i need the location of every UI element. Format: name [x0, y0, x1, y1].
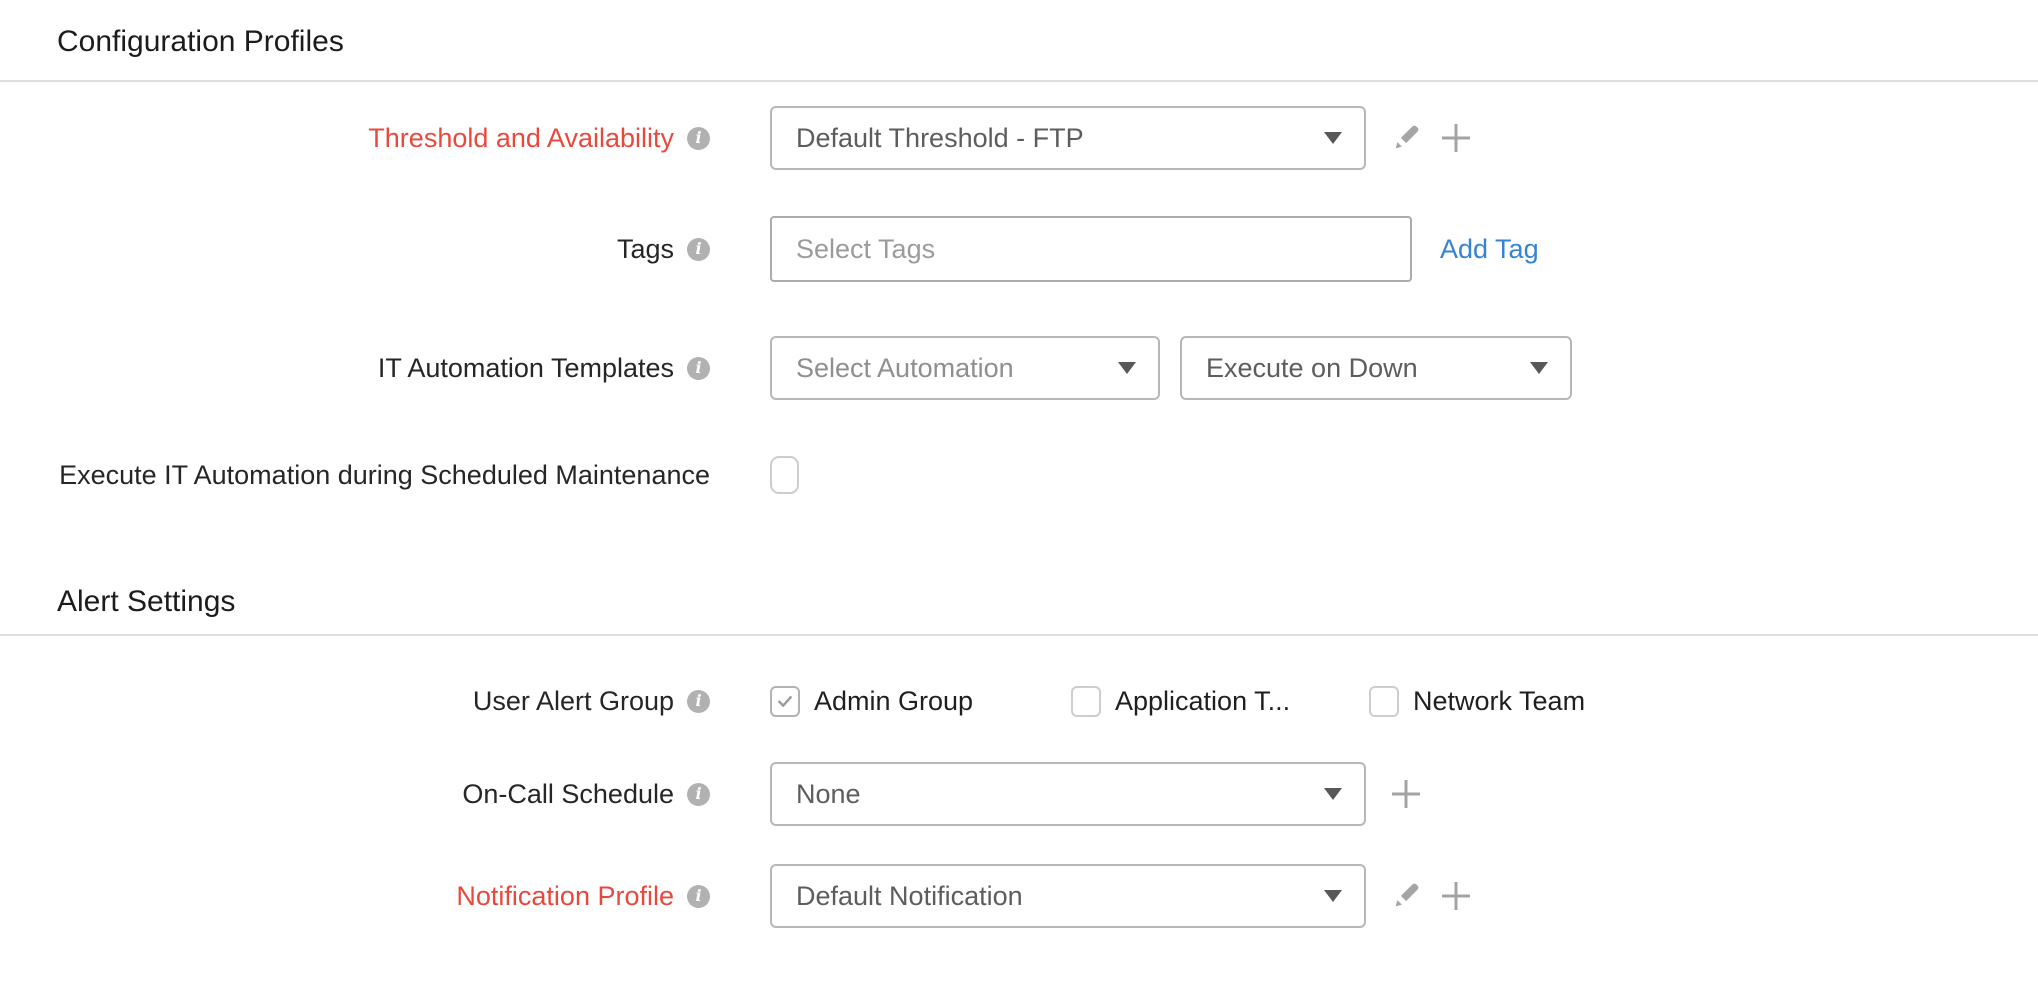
edit-notification-profile-icon[interactable]: [1388, 878, 1424, 914]
monitor-configuration-form: Configuration Profiles Threshold and Ava…: [0, 0, 2038, 994]
pencil-icon: [1395, 125, 1419, 149]
tags-input[interactable]: [770, 216, 1412, 282]
execute-maintenance-field: [770, 456, 2038, 494]
automation-trigger-select[interactable]: Execute on Down: [1180, 336, 1572, 400]
row-it-automation-templates: IT Automation Templates i Select Automat…: [0, 336, 2038, 400]
threshold-availability-field: Default Threshold - FTP: [770, 106, 2038, 170]
notification-profile-select[interactable]: Default Notification: [770, 864, 1366, 928]
section-divider: [0, 634, 2038, 636]
chevron-down-icon: [1324, 890, 1342, 902]
row-threshold-availability: Threshold and Availability i Default Thr…: [0, 106, 2038, 170]
edit-threshold-profile-icon[interactable]: [1388, 120, 1424, 156]
check-icon: [777, 695, 793, 708]
info-icon[interactable]: i: [687, 884, 710, 908]
execute-maintenance-label-cell: Execute IT Automation during Scheduled M…: [0, 458, 710, 492]
row-on-call-schedule: On-Call Schedule i None: [0, 762, 2038, 826]
notification-profile-label-cell: Notification Profile i: [0, 879, 710, 913]
row-execute-maintenance: Execute IT Automation during Scheduled M…: [0, 456, 2038, 494]
pencil-icon: [1395, 883, 1419, 907]
on-call-schedule-select[interactable]: None: [770, 762, 1366, 826]
it-automation-label: IT Automation Templates: [377, 353, 674, 383]
plus-icon: [1442, 882, 1470, 910]
application-team-checkbox[interactable]: [1071, 685, 1101, 717]
chevron-down-icon: [1118, 362, 1136, 374]
on-call-schedule-label-cell: On-Call Schedule i: [0, 777, 710, 811]
user-alert-group-label-cell: User Alert Group i: [0, 684, 710, 718]
info-icon[interactable]: i: [687, 689, 710, 713]
section-divider: [0, 80, 2038, 82]
chevron-down-icon: [1324, 788, 1342, 800]
admin-group-checkbox[interactable]: [770, 685, 800, 717]
threshold-availability-label-cell: Threshold and Availability i: [0, 121, 710, 155]
row-user-alert-group: User Alert Group i Admin Group Applicati…: [0, 684, 2038, 718]
add-threshold-profile-icon[interactable]: [1440, 122, 1472, 154]
threshold-profile-select[interactable]: Default Threshold - FTP: [770, 106, 1366, 170]
automation-trigger-value: Execute on Down: [1206, 352, 1418, 383]
chevron-down-icon: [1530, 362, 1548, 374]
info-icon[interactable]: i: [687, 356, 710, 380]
add-tag-link[interactable]: Add Tag: [1440, 234, 1539, 265]
notification-profile-label: Notification Profile: [456, 881, 674, 911]
on-call-schedule-field: None: [770, 762, 2038, 826]
on-call-schedule-label: On-Call Schedule: [462, 779, 674, 809]
automation-template-value: Select Automation: [796, 352, 1014, 383]
info-icon[interactable]: i: [687, 237, 710, 261]
on-call-schedule-value: None: [796, 778, 861, 809]
network-team-checkbox[interactable]: [1369, 685, 1399, 717]
execute-maintenance-label: Execute IT Automation during Scheduled M…: [59, 460, 710, 490]
user-alert-group-label: User Alert Group: [472, 686, 674, 716]
execute-maintenance-checkbox[interactable]: [770, 456, 799, 494]
network-team-label: Network Team: [1413, 685, 1586, 716]
add-notification-profile-icon[interactable]: [1440, 880, 1472, 912]
it-automation-field: Select Automation Execute on Down: [770, 336, 2038, 400]
admin-group-label: Admin Group: [814, 685, 974, 716]
threshold-profile-value: Default Threshold - FTP: [796, 122, 1084, 153]
tags-label: Tags: [616, 234, 674, 264]
alert-group-option-application: Application T...: [1071, 685, 1369, 717]
notification-profile-value: Default Notification: [796, 880, 1023, 911]
notification-profile-field: Default Notification: [770, 864, 2038, 928]
info-icon[interactable]: i: [687, 782, 710, 806]
application-team-label: Application T...: [1115, 685, 1291, 716]
info-icon[interactable]: i: [687, 126, 710, 150]
tags-label-cell: Tags i: [0, 232, 710, 266]
row-notification-profile: Notification Profile i Default Notificat…: [0, 864, 2038, 928]
it-automation-label-cell: IT Automation Templates i: [0, 351, 710, 385]
plus-icon: [1392, 780, 1420, 808]
alert-group-option-admin: Admin Group: [770, 685, 1071, 717]
threshold-availability-label: Threshold and Availability: [368, 123, 674, 153]
chevron-down-icon: [1324, 132, 1342, 144]
user-alert-group-options: Admin Group Application T... Network Tea…: [770, 685, 2038, 717]
section-title-alert-settings: Alert Settings: [57, 585, 236, 618]
row-tags: Tags i Add Tag: [0, 216, 2038, 282]
tags-field: Add Tag: [770, 216, 2038, 282]
plus-icon: [1442, 124, 1470, 152]
add-on-call-schedule-icon[interactable]: [1390, 778, 1422, 810]
automation-template-select[interactable]: Select Automation: [770, 336, 1160, 400]
alert-group-option-network: Network Team: [1369, 685, 1586, 717]
section-title-configuration-profiles: Configuration Profiles: [57, 25, 344, 58]
